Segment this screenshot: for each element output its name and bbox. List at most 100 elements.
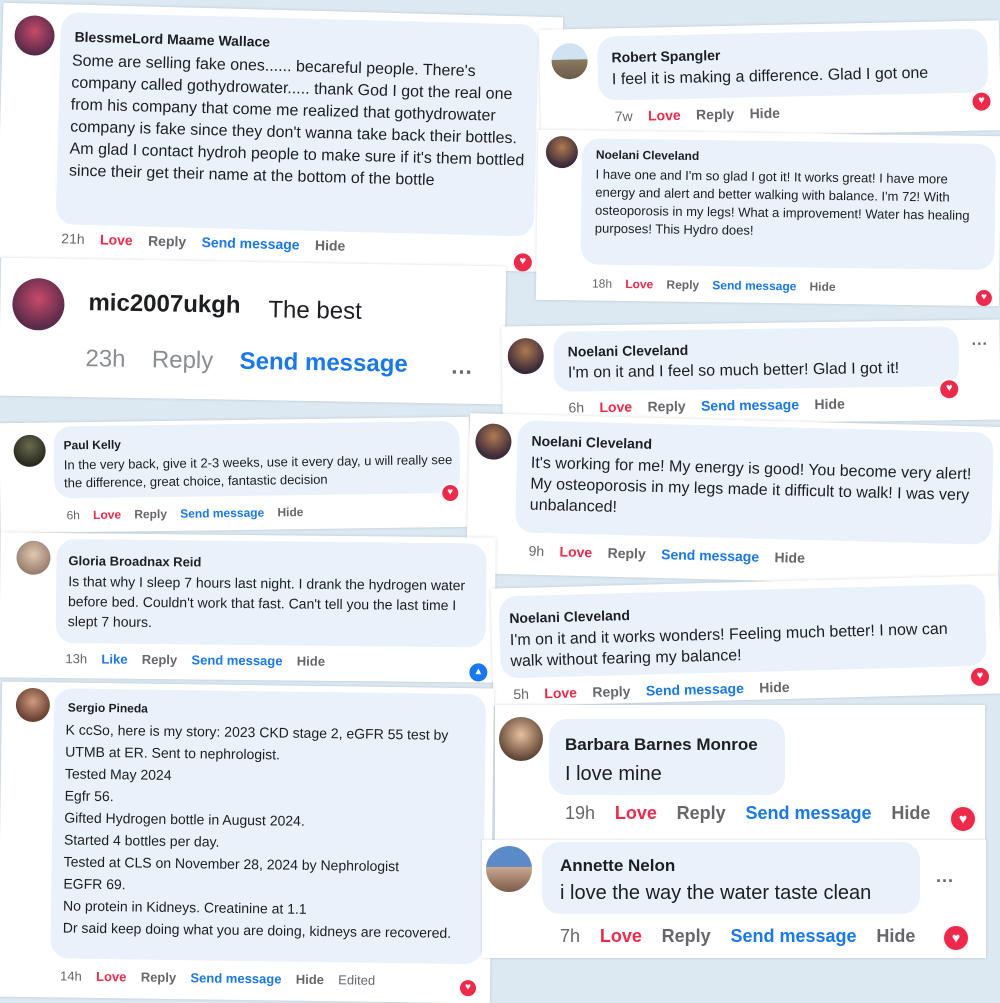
comment-author[interactable]: Noelani Cleveland (531, 433, 652, 452)
send-message-button[interactable]: Send message (191, 652, 282, 668)
heart-reaction-icon[interactable] (970, 90, 993, 113)
send-message-button[interactable]: Send message (646, 680, 744, 699)
comment-time[interactable]: 13h (65, 651, 87, 666)
avatar[interactable] (486, 846, 532, 892)
heart-reaction-icon[interactable] (440, 482, 461, 504)
comment-bubble: Robert Spangler I feel it is making a di… (597, 28, 989, 101)
comment-time[interactable]: 7w (615, 108, 633, 124)
love-button[interactable]: Love (615, 803, 657, 824)
comment-time[interactable]: 21h (61, 230, 85, 247)
avatar[interactable] (15, 687, 51, 723)
reply-button[interactable]: Reply (152, 346, 214, 375)
heart-reaction-icon[interactable] (942, 924, 970, 952)
love-button[interactable]: Love (96, 969, 127, 984)
heart-reaction-icon[interactable] (938, 378, 961, 401)
hide-button[interactable]: Hide (749, 105, 780, 122)
more-options-icon[interactable]: ... (451, 353, 473, 379)
comment-author[interactable]: Robert Spangler (611, 47, 720, 65)
comment-author[interactable]: Sergio Pineda (68, 701, 148, 716)
avatar[interactable] (16, 540, 51, 575)
reply-button[interactable]: Reply (142, 652, 178, 667)
comment-author[interactable]: Barbara Barnes Monroe (565, 735, 758, 755)
avatar[interactable] (13, 434, 46, 468)
love-button[interactable]: Love (544, 684, 577, 701)
reply-button[interactable]: Reply (592, 683, 631, 700)
love-button[interactable]: Love (648, 107, 681, 124)
avatar[interactable] (499, 717, 543, 761)
comment-actions: 14h Love Reply Send message Hide Edited (60, 968, 390, 988)
send-message-button[interactable]: Send message (730, 926, 856, 947)
comment-card: mic2007ukgh The best 23h Reply Send mess… (0, 257, 507, 405)
hide-button[interactable]: Hide (297, 654, 325, 669)
hide-button[interactable]: Hide (876, 926, 915, 947)
more-options-icon[interactable]: ... (971, 332, 988, 350)
avatar[interactable] (11, 277, 65, 331)
heart-reaction-icon[interactable] (949, 805, 977, 833)
hide-button[interactable]: Hide (277, 505, 303, 519)
send-message-button[interactable]: Send message (701, 396, 799, 413)
reply-button[interactable]: Reply (677, 803, 726, 824)
send-message-button[interactable]: Send message (180, 506, 264, 521)
comment-time[interactable]: 7h (560, 926, 580, 947)
avatar[interactable] (507, 337, 544, 375)
comment-card: BlessmeLord Maame Wallace Some are selli… (0, 2, 564, 273)
love-button[interactable]: Love (625, 277, 653, 291)
avatar[interactable] (14, 15, 56, 57)
reply-button[interactable]: Reply (647, 398, 685, 415)
comment-card: Noelani Cleveland It's working for me! M… (465, 413, 1000, 587)
send-message-button[interactable]: Send message (201, 234, 299, 253)
comment-actions: 18h Love Reply Send message Hide (592, 277, 849, 295)
comment-author[interactable]: BlessmeLord Maame Wallace (74, 29, 270, 50)
heart-reaction-icon[interactable] (973, 287, 995, 307)
comment-time[interactable]: 6h (66, 508, 80, 522)
heart-reaction-icon[interactable] (511, 251, 535, 273)
comment-author[interactable]: mic2007ukgh (88, 289, 241, 320)
send-message-button[interactable]: Send message (745, 803, 871, 824)
comment-time[interactable]: 19h (565, 803, 595, 824)
comment-card: Robert Spangler I feel it is making a di… (538, 20, 1000, 140)
hide-button[interactable]: Hide (315, 237, 346, 254)
comment-author[interactable]: Paul Kelly (63, 438, 121, 453)
comment-time[interactable]: 9h (528, 543, 544, 559)
heart-reaction-icon[interactable] (968, 665, 992, 689)
comment-author[interactable]: Noelani Cleveland (596, 148, 700, 163)
heart-reaction-icon[interactable] (457, 977, 479, 999)
more-options-icon[interactable]: ... (936, 866, 954, 887)
send-message-button[interactable]: Send message (712, 278, 796, 293)
like-button[interactable]: Like (101, 651, 127, 666)
love-button[interactable]: Love (599, 399, 632, 415)
send-message-button[interactable]: Send message (239, 348, 408, 379)
reply-button[interactable]: Reply (148, 233, 187, 250)
comment-author[interactable]: Gloria Broadnax Reid (68, 553, 201, 569)
hide-button[interactable]: Hide (296, 972, 324, 987)
comment-time[interactable]: 18h (592, 277, 612, 291)
hide-button[interactable]: Hide (759, 679, 790, 696)
reply-button[interactable]: Reply (134, 507, 167, 521)
comment-time[interactable]: 6h (568, 399, 584, 415)
like-reaction-icon[interactable] (467, 661, 490, 683)
avatar[interactable] (551, 42, 588, 80)
comment-author[interactable]: Noelani Cleveland (568, 342, 689, 360)
reply-button[interactable]: Reply (696, 106, 734, 123)
comment-author[interactable]: Noelani Cleveland (509, 607, 630, 626)
comment-time[interactable]: 23h (85, 345, 126, 374)
avatar[interactable] (474, 423, 512, 461)
love-button[interactable]: Love (559, 543, 592, 560)
comment-author[interactable]: Annette Nelon (560, 856, 675, 876)
comment-time[interactable]: 14h (60, 968, 82, 983)
love-button[interactable]: Love (93, 508, 121, 522)
reply-button[interactable]: Reply (607, 545, 646, 562)
hide-button[interactable]: Hide (891, 803, 930, 824)
comment-time[interactable]: 5h (513, 686, 529, 702)
reply-button[interactable]: Reply (666, 278, 699, 292)
hide-button[interactable]: Hide (774, 549, 805, 566)
reply-button[interactable]: Reply (141, 970, 177, 985)
avatar[interactable] (545, 135, 579, 169)
love-button[interactable]: Love (600, 926, 642, 947)
hide-button[interactable]: Hide (809, 280, 835, 294)
send-message-button[interactable]: Send message (661, 546, 759, 565)
send-message-button[interactable]: Send message (190, 970, 281, 986)
hide-button[interactable]: Hide (814, 396, 845, 412)
love-button[interactable]: Love (100, 231, 133, 248)
reply-button[interactable]: Reply (662, 926, 711, 947)
